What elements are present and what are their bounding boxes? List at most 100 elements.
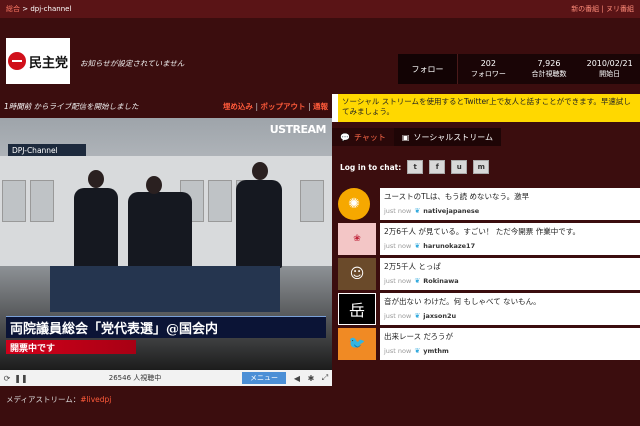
follow-button[interactable]: フォロー <box>398 54 458 84</box>
twitter-bird-icon: ❦ <box>414 242 421 250</box>
avatar[interactable]: 🐦 <box>338 328 376 360</box>
feed-bubble: 出来レース だろうが just now ❦ ymthm <box>380 328 640 360</box>
player-controls: ⟳ ❚❚ 26546 人視聴中 メニュー ◀ ✱ ⤢ <box>0 370 332 386</box>
chat-bubble-icon: 💬 <box>340 132 350 142</box>
feed-message: ユーストのTLは、もう読 めないなう。激早 <box>384 192 530 201</box>
embed-link[interactable]: 埋め込み <box>223 102 253 111</box>
counting-table <box>50 266 280 312</box>
media-stream-tag[interactable]: #livedpj <box>80 395 111 404</box>
feed-user[interactable]: nativejapanese <box>423 207 479 215</box>
person-figure <box>236 180 282 268</box>
stat-number: 2010/02/21 <box>586 59 633 68</box>
ballot-box <box>30 180 54 222</box>
person-figure <box>128 192 192 270</box>
breadcrumb-home-link[interactable]: 総合 <box>6 5 20 13</box>
feed-time: just now <box>384 347 412 355</box>
stat-total-views: 7,926 合計視聴数 <box>519 54 580 84</box>
ustream-brand: USTREAM <box>269 123 327 136</box>
volume-icon[interactable]: ◀ <box>290 370 304 386</box>
feed-time: just now <box>384 242 412 250</box>
channel-header: 民主党 お知らせが設定されていません フォロー 202 フォロワー 7,926 … <box>0 18 640 94</box>
stat-label: 開始日 <box>599 70 621 78</box>
breadcrumb-channel: dpj-channel <box>30 5 72 13</box>
social-stream-icon: ▣ <box>401 132 410 142</box>
video-links: 埋め込み | ポップアウト | 通報 <box>223 101 328 112</box>
list-item: ✺ ユーストのTLは、もう読 めないなう。激早 just now ❦ nativ… <box>338 188 640 220</box>
feed-user[interactable]: ymthm <box>423 347 449 355</box>
tab-chat[interactable]: 💬 チャット <box>332 128 394 146</box>
ballot-box <box>2 180 26 222</box>
media-stream-label: メディアストリーム： <box>6 395 81 404</box>
settings-icon[interactable]: ✱ <box>304 370 318 386</box>
top-right-links[interactable]: 新の番組 | ヌリ番組 <box>571 4 634 14</box>
feed-user[interactable]: harunokaze17 <box>423 242 475 250</box>
ustream-login-icon[interactable]: u <box>451 160 468 174</box>
feed-time: just now <box>384 207 412 215</box>
feed-meta: just now ❦ ymthm <box>384 347 636 355</box>
feed-user[interactable]: jaxson2u <box>423 312 456 320</box>
viewer-count: 26546 人視聴中 <box>108 374 162 382</box>
stat-start-date: 2010/02/21 開始日 <box>579 54 640 84</box>
fullscreen-icon[interactable]: ⤢ <box>318 370 332 386</box>
stat-number: 7,926 <box>537 59 561 68</box>
person-head <box>146 176 162 194</box>
feed-user[interactable]: Rokinawa <box>423 277 458 285</box>
counting-status-bar: 開票中です <box>6 340 136 354</box>
list-item: 🐦 出来レース だろうが just now ❦ ymthm <box>338 328 640 360</box>
feed-meta: just now ❦ jaxson2u <box>384 312 636 320</box>
twitter-bird-icon: ❦ <box>414 347 421 355</box>
media-stream: メディアストリーム：#livedpj <box>0 386 332 426</box>
video-caption: 両院議員総会「党代表選」@国会内 <box>6 316 326 338</box>
pause-icon[interactable]: ❚❚ <box>14 370 28 386</box>
ballot-box <box>300 180 324 222</box>
stat-followers: 202 フォロワー <box>458 54 519 84</box>
facebook-login-icon[interactable]: f <box>429 160 446 174</box>
feed-message: 出来レース だろうが <box>384 332 454 341</box>
stat-label: フォロワー <box>470 70 506 78</box>
live-status: 1時間前 からライブ配信を開始しました <box>4 101 139 112</box>
twitter-login-icon[interactable]: t <box>407 160 424 174</box>
avatar[interactable]: 岳 <box>338 293 376 325</box>
video-header: 1時間前 からライブ配信を開始しました 埋め込み | ポップアウト | 通報 <box>0 94 332 118</box>
feed-message: 2万6千人 が見ている。すごい！ ただ今開票 作業中です。 <box>384 227 580 236</box>
report-link[interactable]: 通報 <box>313 102 328 111</box>
myspace-login-icon[interactable]: m <box>473 160 490 174</box>
channel-notice: お知らせが設定されていません <box>80 59 185 68</box>
breadcrumb-bar: 総合 > dpj-channel 新の番組 | ヌリ番組 <box>0 0 640 18</box>
feed-bubble: 2万5千人 とっぱ just now ❦ Rokinawa <box>380 258 640 290</box>
channel-logo: 民主党 <box>6 38 70 84</box>
person-figure <box>74 188 118 268</box>
feed-bubble: 音が出ない わけだ。何 もしゃべて ないもん。 just now ❦ jaxso… <box>380 293 640 325</box>
list-item: 岳 音が出ない わけだ。何 もしゃべて ないもん。 just now ❦ jax… <box>338 293 640 325</box>
feed-time: just now <box>384 312 412 320</box>
avatar[interactable]: ✺ <box>338 188 370 220</box>
menu-button[interactable]: メニュー <box>242 372 286 384</box>
stat-number: 202 <box>480 59 496 68</box>
refresh-icon[interactable]: ⟳ <box>0 370 14 386</box>
social-feed: ✺ ユーストのTLは、もう読 めないなう。激早 just now ❦ nativ… <box>338 188 640 363</box>
panel-tabs: 💬 チャット ▣ ソーシャルストリーム <box>332 128 640 146</box>
tab-social-stream[interactable]: ▣ ソーシャルストリーム <box>393 128 502 146</box>
stat-label: 合計視聴数 <box>531 70 567 78</box>
live-text: からライブ配信を開始しました <box>33 101 139 111</box>
person-head <box>88 170 104 188</box>
tab-label: チャット <box>353 132 386 142</box>
channel-tag: DPJ-Channel <box>8 144 86 156</box>
feed-bubble: ユーストのTLは、もう読 めないなう。激早 just now ❦ nativej… <box>380 188 640 220</box>
video-player[interactable]: USTREAM DPJ-Channel 両院議員総会「党代表選」@国会内 開票中… <box>0 118 332 370</box>
avatar[interactable]: ❀ <box>338 223 376 255</box>
twitter-bird-icon: ❦ <box>414 312 421 320</box>
chat-login: Log in to chat: t f u m <box>340 160 490 174</box>
live-time: 1時間前 <box>4 101 32 111</box>
list-item: ❀ 2万6千人 が見ている。すごい！ ただ今開票 作業中です。 just now… <box>338 223 640 255</box>
avatar[interactable]: ☺ <box>338 258 376 290</box>
logo-text: 民主党 <box>28 55 68 71</box>
feed-meta: just now ❦ harunokaze17 <box>384 242 636 250</box>
social-panel: 💬 チャット ▣ ソーシャルストリーム Log in to chat: t f … <box>332 122 640 426</box>
list-item: ☺ 2万5千人 とっぱ just now ❦ Rokinawa <box>338 258 640 290</box>
feed-bubble: 2万6千人 が見ている。すごい！ ただ今開票 作業中です。 just now ❦… <box>380 223 640 255</box>
popout-link[interactable]: ポップアウト <box>260 102 305 111</box>
social-stream-notice: ソーシャル ストリームを使用するとTwitter上で友人と話すことができます。早… <box>338 94 640 122</box>
feed-message: 音が出ない わけだ。何 もしゃべて ないもん。 <box>384 297 541 306</box>
twitter-bird-icon: ❦ <box>414 277 421 285</box>
